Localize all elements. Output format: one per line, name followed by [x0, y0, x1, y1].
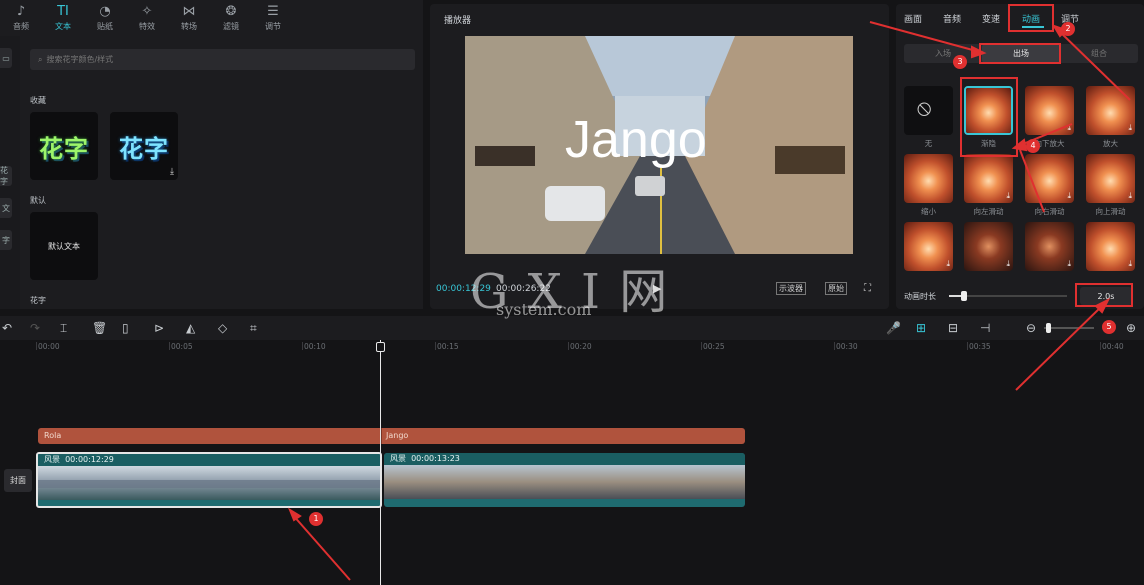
watermark-url: system.com: [496, 300, 592, 319]
step-badge-5: 5: [1102, 320, 1116, 334]
step-badge-4: 4: [1026, 139, 1040, 153]
step-badge-3: 3: [953, 55, 967, 69]
step-badge-2: 2: [1061, 22, 1075, 36]
step-badge-1: 1: [309, 512, 323, 526]
